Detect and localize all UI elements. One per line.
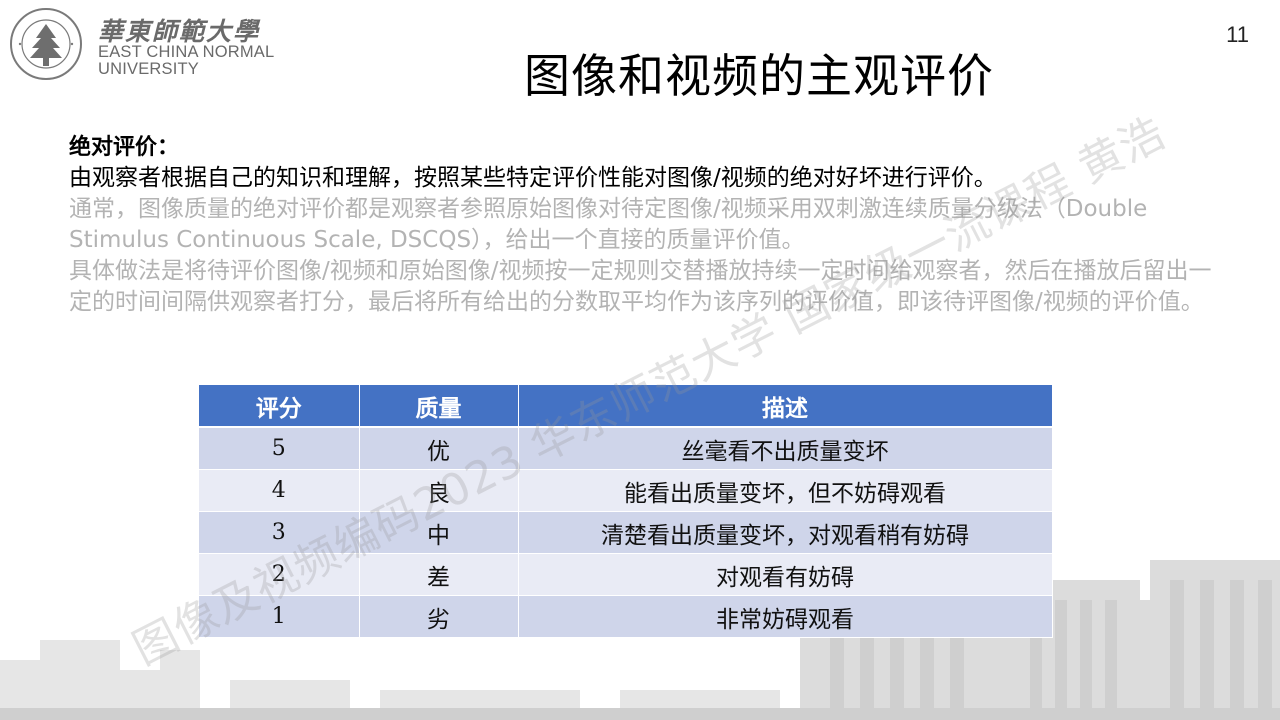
- table-row: 4 良 能看出质量变坏，但不妨碍观看: [199, 469, 1053, 512]
- slide: 華東師範大學 EAST CHINA NORMAL UNIVERSITY 11 图…: [0, 0, 1280, 720]
- cell-quality: 优: [359, 427, 519, 470]
- university-seal-icon: [10, 8, 82, 80]
- logo-english-name: EAST CHINA NORMAL UNIVERSITY: [98, 44, 274, 78]
- cell-description: 对观看有妨碍: [518, 553, 1053, 596]
- cell-description: 丝毫看不出质量变坏: [518, 427, 1053, 470]
- university-logo: 華東師範大學 EAST CHINA NORMAL UNIVERSITY: [8, 6, 298, 82]
- header-description: 描述: [518, 385, 1053, 428]
- cell-score: 4: [199, 469, 360, 512]
- cell-score: 1: [199, 595, 360, 638]
- header-quality: 质量: [359, 385, 519, 428]
- table-row: 5 优 丝毫看不出质量变坏: [199, 427, 1053, 470]
- header-score: 评分: [199, 385, 360, 428]
- section-heading: 绝对评价：: [69, 135, 180, 160]
- cell-quality: 中: [359, 511, 519, 554]
- cell-score: 5: [199, 427, 360, 470]
- table-row: 1 劣 非常妨碍观看: [199, 595, 1053, 638]
- logo-english-line1: EAST CHINA NORMAL: [98, 43, 275, 61]
- table-header-row: 评分 质量 描述: [199, 385, 1053, 428]
- intro-text: 由观察者根据自己的知识和理解，按照某些特定评价性能对图像/视频的绝对好坏进行评价…: [69, 165, 997, 191]
- cell-quality: 良: [359, 469, 519, 512]
- paragraph-dscqs: 通常，图像质量的绝对评价都是观察者参照原始图像对待定图像/视频采用双刺激连续质量…: [69, 196, 1148, 253]
- paragraph-procedure: 具体做法是将待评价图像/视频和原始图像/视频按一定规则交替播放持续一定时间给观察…: [69, 258, 1212, 315]
- cell-score: 2: [199, 553, 360, 596]
- slide-body: 绝对评价： 由观察者根据自己的知识和理解，按照某些特定评价性能对图像/视频的绝对…: [69, 132, 1229, 318]
- cell-description: 清楚看出质量变坏，对观看稍有妨碍: [518, 511, 1053, 554]
- cell-quality: 差: [359, 553, 519, 596]
- page-number: 11: [1226, 22, 1249, 47]
- slide-title: 图像和视频的主观评价: [524, 49, 994, 103]
- table-row: 3 中 清楚看出质量变坏，对观看稍有妨碍: [199, 511, 1053, 554]
- rating-table: 评分 质量 描述 5 优 丝毫看不出质量变坏 4 良 能看出质量变坏，但不妨碍观…: [199, 385, 1053, 638]
- cell-description: 能看出质量变坏，但不妨碍观看: [518, 469, 1053, 512]
- cell-score: 3: [199, 511, 360, 554]
- cell-description: 非常妨碍观看: [518, 595, 1053, 638]
- cell-quality: 劣: [359, 595, 519, 638]
- table-row: 2 差 对观看有妨碍: [199, 553, 1053, 596]
- logo-english-line2: UNIVERSITY: [98, 60, 200, 78]
